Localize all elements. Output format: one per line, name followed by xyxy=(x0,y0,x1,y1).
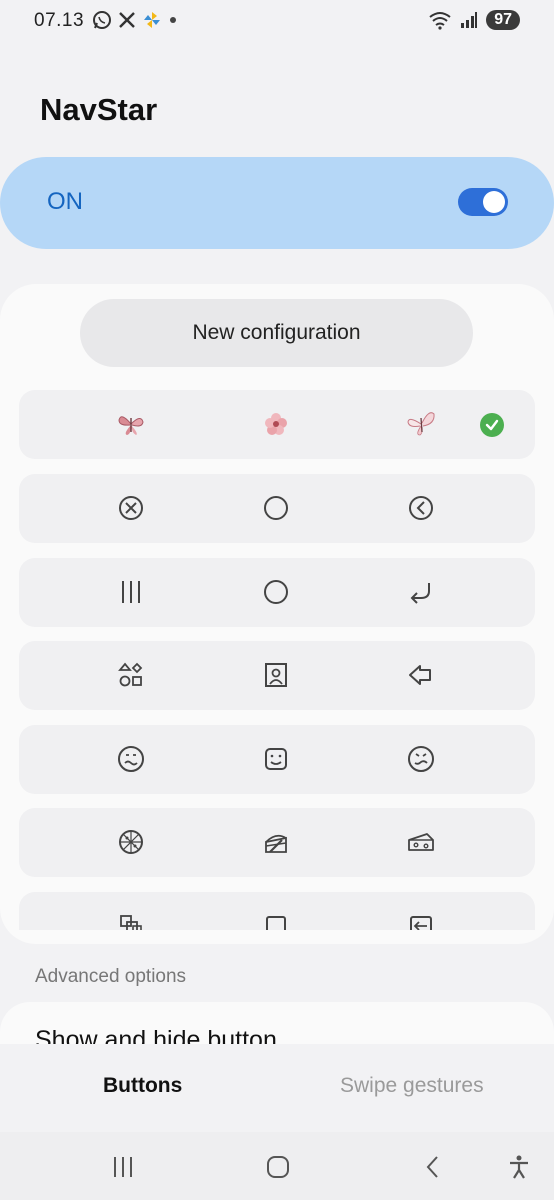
configuration-row-7[interactable] xyxy=(19,892,535,930)
tab-swipe-gestures[interactable]: Swipe gestures xyxy=(340,1074,484,1098)
square-icon xyxy=(256,906,296,930)
face-wavy-icon xyxy=(111,739,151,779)
circle-x-icon xyxy=(111,488,151,528)
wifi-icon xyxy=(429,12,451,30)
enter-icon xyxy=(401,906,441,930)
configuration-row-4[interactable] xyxy=(19,641,535,710)
system-nav-bar xyxy=(0,1132,554,1200)
butterfly-white-icon xyxy=(401,404,441,444)
recents-icon[interactable] xyxy=(106,1150,140,1184)
app-title: NavStar xyxy=(40,92,158,127)
advanced-options-heading: Advanced options xyxy=(35,966,187,987)
accessibility-icon[interactable] xyxy=(502,1150,536,1184)
pinwheel-icon xyxy=(144,12,160,28)
new-configuration-label: New configuration xyxy=(192,321,361,344)
windows-stack-icon xyxy=(111,906,151,930)
configuration-row-5[interactable] xyxy=(19,725,535,794)
butterfly-pink-icon xyxy=(111,404,151,444)
face-smile-icon xyxy=(256,739,296,779)
configuration-list[interactable]: New configuration xyxy=(0,284,554,930)
circle-back-icon xyxy=(401,488,441,528)
configuration-panel: New configuration xyxy=(0,284,554,944)
configuration-row-2[interactable] xyxy=(19,474,535,543)
pizza-icon xyxy=(111,822,151,862)
toggle-knob xyxy=(483,191,505,213)
x-icon xyxy=(119,12,135,28)
apps-shapes-icon xyxy=(111,655,151,695)
whatsapp-icon xyxy=(93,11,111,29)
signal-icon xyxy=(461,12,478,28)
home-icon[interactable] xyxy=(261,1150,295,1184)
circle-icon xyxy=(256,488,296,528)
dot-icon xyxy=(170,17,176,23)
three-lines-icon xyxy=(111,572,151,612)
master-switch-card[interactable]: ON xyxy=(0,157,554,249)
configuration-row-3[interactable] xyxy=(19,558,535,627)
configuration-row-6[interactable] xyxy=(19,808,535,877)
return-arrow-icon xyxy=(401,572,441,612)
flower-pink-icon xyxy=(256,404,296,444)
status-time: 07.13 xyxy=(34,10,85,31)
cheese-icon xyxy=(401,822,441,862)
cake-icon xyxy=(256,822,296,862)
notification-icons xyxy=(92,10,178,30)
master-switch-label: ON xyxy=(47,188,83,215)
configuration-row-1[interactable] xyxy=(19,390,535,459)
portrait-frame-icon xyxy=(256,655,296,695)
status-bar: 07.13 97 xyxy=(0,0,554,44)
new-configuration-button[interactable]: New configuration xyxy=(80,299,473,367)
back-icon[interactable] xyxy=(416,1150,450,1184)
battery-indicator: 97 xyxy=(486,10,520,30)
arrow-left-outline-icon xyxy=(401,655,441,695)
master-toggle[interactable] xyxy=(458,188,508,216)
circle-icon xyxy=(256,572,296,612)
bottom-tab-bar: Buttons Swipe gestures xyxy=(0,1044,554,1132)
tab-buttons[interactable]: Buttons xyxy=(103,1074,182,1098)
selected-check-icon xyxy=(480,413,504,437)
face-wavy-alt-icon xyxy=(401,739,441,779)
